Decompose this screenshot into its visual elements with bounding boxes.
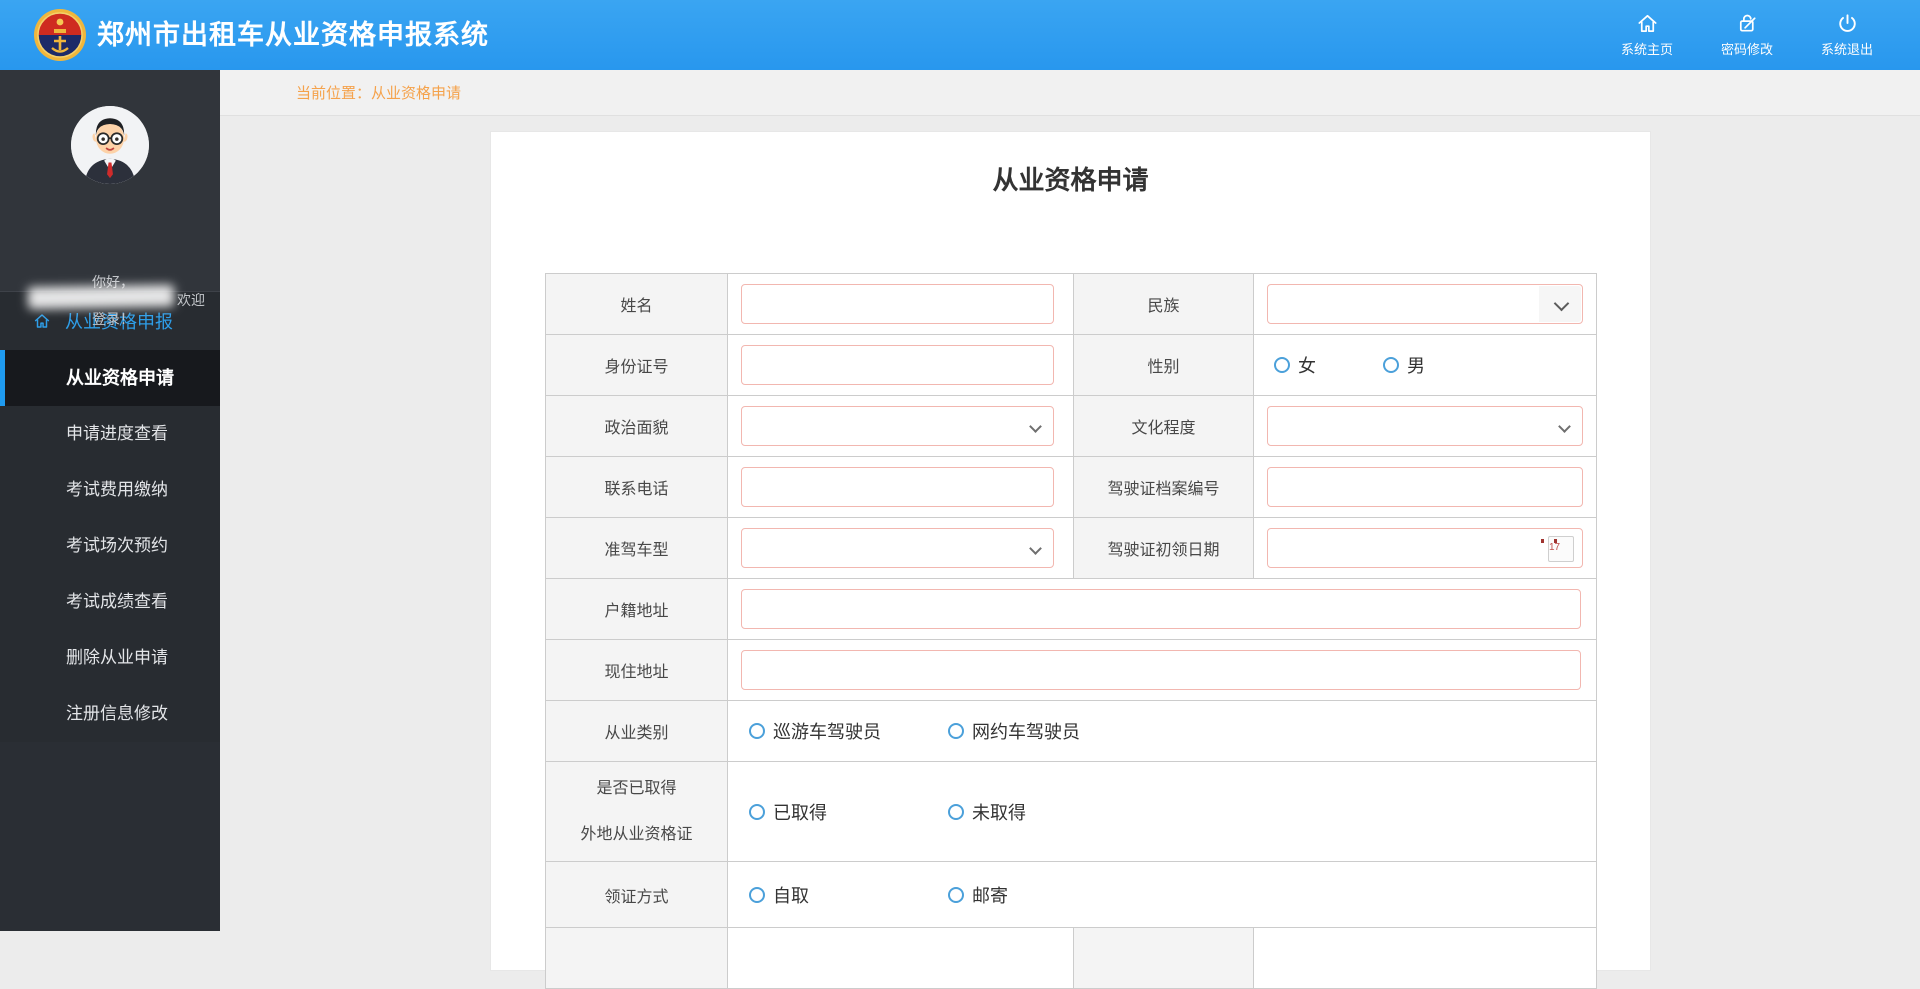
page-title: 从业资格申请 <box>992 165 1149 195</box>
delivery-pickup-option[interactable]: 自取 <box>749 882 809 908</box>
phone-input[interactable] <box>741 467 1054 507</box>
radio-ride-hailing[interactable] <box>948 723 964 739</box>
radio-pickup[interactable] <box>749 886 765 903</box>
field-label-ethnicity: 民族 <box>1073 273 1254 335</box>
header-nav: 系统主页 密码修改 系统退出 <box>1616 0 1878 70</box>
sidebar-item-edit-registration[interactable]: 注册信息修改 <box>0 686 220 742</box>
field-label-id-number: 身份证号 <box>545 334 728 396</box>
gender-male-option[interactable]: 男 <box>1383 352 1425 378</box>
field-label-name: 姓名 <box>545 273 728 335</box>
breadcrumb: 当前位置：从业资格申请 <box>296 85 462 102</box>
greeting-text-line2: 欢迎 <box>177 292 205 308</box>
field-label-education: 文化程度 <box>1073 395 1254 457</box>
sidebar-item-exam-session[interactable]: 考试场次预约 <box>0 518 220 574</box>
radio-not-obtained[interactable] <box>948 803 964 820</box>
sidebar-item-exam-score[interactable]: 考试成绩查看 <box>0 574 220 630</box>
field-label-occupation-category: 从业类别 <box>545 700 728 762</box>
field-label-foreign-certificate: 是否已取得 外地从业资格证 <box>545 761 728 862</box>
power-icon <box>1838 14 1856 32</box>
radio-female[interactable] <box>1274 357 1290 373</box>
field-label-delivery-method: 领证方式 <box>545 861 728 928</box>
radio-mail[interactable] <box>948 886 964 903</box>
field-label-license-file-number: 驾驶证档案编号 <box>1073 456 1254 518</box>
foreign-cert-obtained-option[interactable]: 已取得 <box>749 799 827 825</box>
nav-change-password-label: 密码修改 <box>1720 42 1773 57</box>
sidebar-menu: 从业资格申报 从业资格申请 申请进度查看 考试费用缴纳 考试场次预约 考试成绩查… <box>0 292 220 742</box>
gender-female-option[interactable]: 女 <box>1274 352 1316 378</box>
application-form-table: 姓名 民族 身份证号 性别 女 男 政治面貌 文化程度 联系电话 驾驶证档案编号… <box>545 273 1597 989</box>
avatar-illustration-icon <box>71 106 149 184</box>
sidebar-item-progress[interactable]: 申请进度查看 <box>0 406 220 462</box>
chevron-down-icon <box>1029 420 1042 433</box>
app-title: 郑州市出租车从业资格申报系统 <box>97 20 489 50</box>
chevron-down-icon <box>1029 542 1042 555</box>
main-content: 从业资格申请 姓名 民族 身份证号 性别 女 男 政治面貌 文化程度 联系电话 … <box>220 117 1920 989</box>
greeting-text-line3: 登录！ <box>92 311 134 327</box>
category-cruise-taxi-option[interactable]: 巡游车驾驶员 <box>749 718 881 744</box>
radio-obtained[interactable] <box>749 803 765 820</box>
field-label-political-status: 政治面貌 <box>545 395 728 457</box>
foreign-cert-not-obtained-option[interactable]: 未取得 <box>948 799 1026 825</box>
field-label-license-first-issue-date: 驾驶证初领日期 <box>1073 517 1254 579</box>
chevron-down-icon <box>1558 420 1571 433</box>
field-label-current-address: 现住地址 <box>545 639 728 701</box>
nav-home-button[interactable]: 系统主页 <box>1616 12 1678 58</box>
app-logo-emblem-icon <box>34 9 86 61</box>
sidebar-profile: 你好， 欢迎 登录！ <box>0 70 220 327</box>
field-label-household-address: 户籍地址 <box>545 578 728 640</box>
app-header: 郑州市出租车从业资格申报系统 系统主页 密码修改 系统退出 <box>0 0 1920 70</box>
redacted-username <box>27 284 175 310</box>
id-number-input[interactable] <box>741 345 1054 385</box>
breadcrumb-bar: 当前位置：从业资格申请 <box>220 70 1920 116</box>
delivery-mail-option[interactable]: 邮寄 <box>948 882 1008 908</box>
category-ride-hailing-option[interactable]: 网约车驾驶员 <box>948 718 1080 744</box>
sidebar-item-apply[interactable]: 从业资格申请 <box>0 350 220 406</box>
current-address-input[interactable] <box>741 650 1581 690</box>
field-label-license-class: 准驾车型 <box>545 517 728 579</box>
household-address-input[interactable] <box>741 589 1581 629</box>
nav-change-password-button[interactable]: 密码修改 <box>1716 12 1778 58</box>
field-label-gender: 性别 <box>1073 334 1254 396</box>
nav-home-label: 系统主页 <box>1620 42 1673 57</box>
ethnicity-select[interactable] <box>1267 284 1583 324</box>
radio-male[interactable] <box>1383 357 1399 373</box>
form-card: 从业资格申请 姓名 民族 身份证号 性别 女 男 政治面貌 文化程度 联系电话 … <box>490 131 1651 989</box>
sidebar: 你好， 欢迎 登录！ 从业资格申报 从业资格申请 申请进度查看 考试费用缴纳 考… <box>0 70 220 931</box>
home-icon <box>1637 14 1657 33</box>
license-file-number-input[interactable] <box>1267 467 1583 507</box>
sidebar-item-delete-application[interactable]: 删除从业申请 <box>0 630 220 686</box>
field-label-phone: 联系电话 <box>545 456 728 518</box>
license-date-input[interactable]: 17 <box>1267 528 1583 568</box>
nav-logout-label: 系统退出 <box>1820 42 1873 57</box>
calendar-icon[interactable]: 17 <box>1548 536 1574 562</box>
education-select[interactable] <box>1267 406 1583 446</box>
license-class-select[interactable] <box>741 528 1054 568</box>
home-icon <box>34 314 50 328</box>
nav-logout-button[interactable]: 系统退出 <box>1816 12 1878 58</box>
sidebar-item-exam-fee[interactable]: 考试费用缴纳 <box>0 462 220 518</box>
name-input[interactable] <box>741 284 1054 324</box>
lock-edit-icon <box>1739 14 1756 32</box>
radio-cruise-taxi[interactable] <box>749 723 765 739</box>
avatar <box>71 106 149 184</box>
partial-row <box>545 927 1597 989</box>
political-status-select[interactable] <box>741 406 1054 446</box>
